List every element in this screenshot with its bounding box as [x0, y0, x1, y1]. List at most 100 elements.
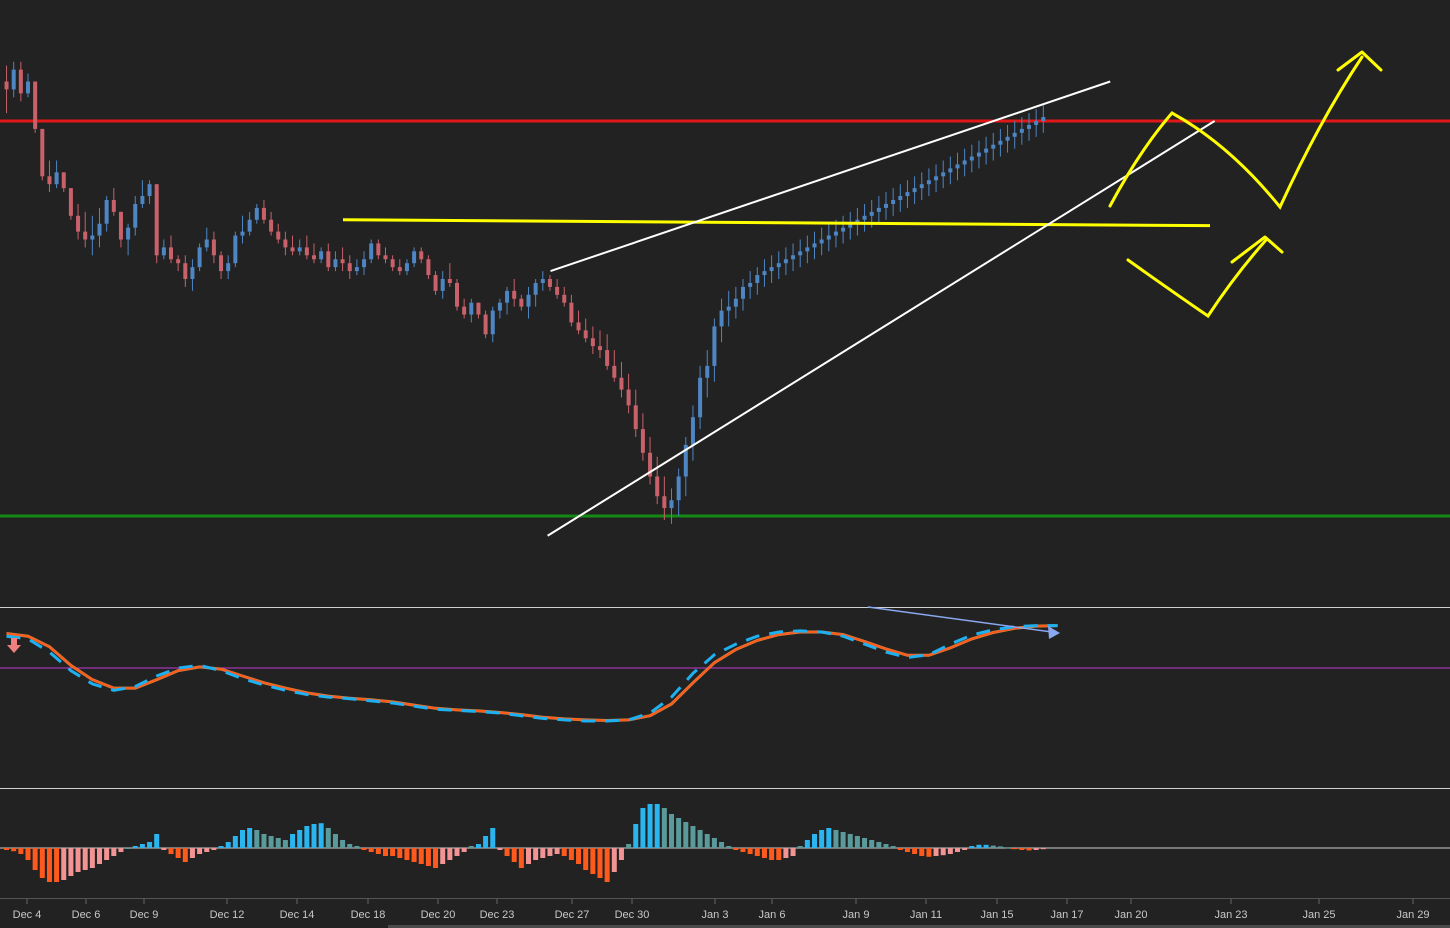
histogram-bar — [854, 836, 860, 848]
candle-body — [912, 188, 917, 193]
candle-body — [841, 227, 846, 232]
histogram-bar — [697, 830, 703, 848]
candle[interactable] — [233, 231, 238, 268]
candle-body — [1012, 132, 1017, 137]
histogram-bar — [46, 848, 52, 882]
candle-body — [690, 417, 695, 445]
histogram-bar — [282, 840, 288, 848]
candle-body — [297, 247, 302, 252]
candle[interactable] — [68, 188, 73, 220]
histogram-bar — [976, 844, 982, 848]
histogram-bar — [747, 848, 753, 854]
candle-body — [755, 275, 760, 283]
histogram-bar — [997, 846, 1003, 848]
histogram-bar — [440, 848, 446, 864]
histogram-bar — [182, 848, 188, 862]
candle-body — [733, 298, 738, 307]
histogram-bar — [568, 848, 574, 860]
histogram-bar — [461, 848, 467, 852]
x-tick-label: Dec 14 — [280, 909, 315, 921]
x-tick-label: Dec 6 — [72, 909, 101, 921]
histogram-bar — [783, 848, 789, 858]
candle-body — [769, 267, 774, 272]
histogram-bar — [433, 848, 439, 868]
x-tick-label: Dec 20 — [421, 909, 456, 921]
candle-body — [455, 282, 459, 307]
histogram-bar — [940, 848, 946, 856]
histogram-bar — [962, 848, 968, 850]
histogram-bar — [526, 848, 531, 864]
x-tick-label: Jan 17 — [1050, 909, 1083, 921]
histogram-bar — [475, 844, 481, 848]
histogram-bar — [626, 844, 632, 848]
candle-body — [462, 306, 467, 315]
histogram-bar — [661, 808, 667, 848]
histogram-bar — [511, 848, 517, 862]
candle-body — [748, 282, 753, 287]
chart[interactable]: Dec 4 Dec 6 Dec 9 Dec 12 Dec 14 Dec 18 Dec 20 D… — [0, 0, 1450, 928]
histogram-bar — [819, 830, 825, 848]
histogram-bar — [704, 834, 710, 848]
histogram-bar — [232, 836, 238, 848]
candle-body — [1034, 121, 1039, 125]
histogram-bar — [290, 834, 296, 848]
candle-body — [4, 81, 9, 90]
candle-body — [404, 263, 409, 272]
candle-body — [719, 310, 724, 327]
histogram-bar — [904, 848, 910, 852]
histogram-bar — [955, 848, 960, 852]
histogram-bar — [862, 838, 868, 848]
candle-body — [154, 184, 159, 256]
candle[interactable] — [154, 184, 159, 264]
candle-body — [18, 69, 23, 94]
candle-body — [304, 247, 309, 256]
candle-body — [619, 377, 624, 390]
histogram-bar — [504, 848, 510, 856]
candle-body — [798, 251, 803, 256]
histogram-bar — [797, 846, 803, 848]
histogram-bar — [611, 848, 617, 872]
candle-body — [698, 377, 703, 418]
candle-body — [962, 160, 967, 165]
candle[interactable] — [40, 128, 45, 181]
histogram-bar — [211, 848, 217, 850]
candle-body — [226, 263, 231, 272]
candle-body — [762, 271, 767, 276]
histogram-bar — [247, 828, 253, 848]
candle[interactable] — [483, 310, 488, 339]
candle-body — [290, 247, 295, 252]
candle-body — [147, 184, 152, 197]
candle-body — [547, 279, 552, 287]
candle-body — [390, 259, 395, 268]
candle[interactable] — [33, 81, 38, 133]
histogram-bar — [812, 834, 817, 848]
histogram-bar — [118, 848, 124, 852]
histogram-bar — [125, 848, 131, 849]
histogram-bar — [683, 822, 689, 848]
candle-body — [197, 247, 202, 268]
candle[interactable] — [197, 243, 202, 272]
candle-body — [633, 405, 638, 430]
histogram-bar — [383, 848, 388, 856]
histogram-bar — [740, 848, 746, 852]
histogram-bar — [240, 830, 245, 848]
candle-body — [369, 243, 374, 260]
candle-body — [876, 207, 881, 212]
candle-body — [519, 298, 524, 307]
candle-body — [240, 231, 245, 236]
candle-body — [326, 251, 331, 268]
histogram-bar — [497, 848, 503, 850]
histogram-bar — [540, 848, 546, 858]
candle-body — [991, 144, 996, 149]
candle-body — [11, 69, 16, 90]
x-tick-label: Jan 9 — [843, 909, 870, 921]
histogram-bar — [840, 832, 846, 848]
candle-body — [948, 168, 953, 173]
candle-body — [261, 207, 266, 220]
candle-body — [812, 243, 817, 248]
candle[interactable] — [455, 279, 459, 311]
histogram-bar — [75, 848, 81, 872]
candle-body — [483, 314, 488, 335]
histogram-bar — [375, 848, 381, 854]
candle-body — [791, 255, 796, 260]
